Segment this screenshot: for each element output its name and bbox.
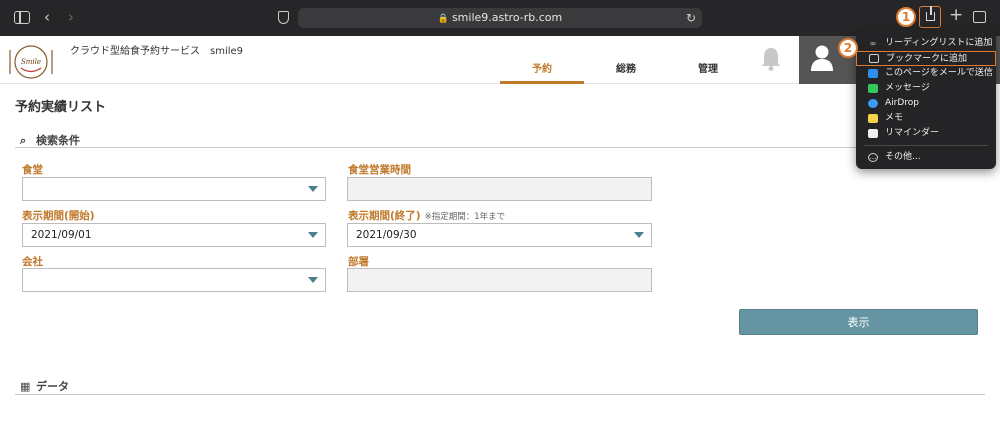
menu-item-label: その他... <box>885 152 921 162</box>
menu-item-label: AirDrop <box>885 98 920 108</box>
department-label: 部署 <box>348 256 369 268</box>
airdrop-icon <box>868 99 878 108</box>
bookmark-icon <box>869 54 879 63</box>
menu-item-notes[interactable]: メモ <box>856 111 996 126</box>
dropdown-arrow-icon <box>308 277 318 283</box>
dropdown-arrow-icon <box>634 232 644 238</box>
menu-item-label: このページをメールで送信 <box>885 68 993 78</box>
table-icon: ▦ <box>20 380 31 393</box>
business-hours-field <box>347 177 652 201</box>
notes-icon <box>868 114 878 123</box>
period-start-label: 表示期間(開始) <box>22 210 95 222</box>
tab-overview-icon[interactable] <box>973 11 986 23</box>
business-hours-label: 食堂営業時間 <box>348 164 411 176</box>
bell-icon[interactable] <box>760 46 782 72</box>
lock-icon: 🔒 <box>437 14 449 24</box>
menu-item-bookmark[interactable]: ブックマークに追加 <box>856 51 996 66</box>
dropdown-arrow-icon <box>308 186 318 192</box>
mail-icon <box>868 69 878 78</box>
new-tab-icon[interactable]: + <box>949 7 963 24</box>
period-end-select[interactable]: 2021/09/30 <box>347 223 652 247</box>
data-section-heading: ▦ データ <box>20 378 69 394</box>
company-label: 会社 <box>22 256 43 268</box>
search-icon: ⌕ <box>20 134 27 147</box>
period-start-value: 2021/09/01 <box>31 229 92 241</box>
menu-item-label: メッセージ <box>885 83 930 93</box>
period-start-select[interactable]: 2021/09/01 <box>22 223 326 247</box>
user-icon <box>811 45 833 71</box>
tab-reservation[interactable]: 予約 <box>500 60 584 84</box>
search-section-label: 検索条件 <box>36 134 80 147</box>
period-end-note: ※指定期間：1年まで <box>424 212 506 222</box>
app-title: クラウド型給食予約サービス smile9 <box>70 46 244 57</box>
cafeteria-label: 食堂 <box>22 164 43 176</box>
department-field <box>347 268 652 292</box>
address-bar[interactable]: 🔒 smile9.astro-rb.com <box>298 8 702 28</box>
reminders-icon <box>868 129 878 138</box>
menu-item-more[interactable]: … その他... <box>856 150 996 165</box>
menu-item-label: ブックマークに追加 <box>886 54 968 64</box>
menu-separator <box>864 145 988 146</box>
back-icon[interactable]: ‹ <box>44 10 50 25</box>
share-icon <box>926 6 935 21</box>
reading-list-icon: ∞ <box>869 39 877 48</box>
step-1-badge: 1 <box>896 7 916 27</box>
privacy-shield-icon[interactable] <box>278 11 289 24</box>
menu-item-label: メモ <box>885 113 904 123</box>
page-title: 予約実績リスト <box>15 100 107 115</box>
menu-item-label: リマインダー <box>885 128 940 138</box>
forward-icon[interactable]: › <box>68 10 74 25</box>
company-select[interactable] <box>22 268 326 292</box>
share-button[interactable] <box>919 6 941 28</box>
logo-text: Smile <box>21 58 41 66</box>
step-2-badge: 2 <box>838 38 858 58</box>
browser-toolbar: ‹ › 🔒 smile9.astro-rb.com ↻ + <box>0 0 1000 36</box>
menu-item-messages[interactable]: メッセージ <box>856 81 996 96</box>
menu-item-mail[interactable]: このページをメールで送信 <box>856 66 996 81</box>
cafeteria-select[interactable] <box>22 177 326 201</box>
period-end-label-text: 表示期間(終了) <box>348 210 421 222</box>
sidebar-toggle-icon[interactable] <box>14 11 30 24</box>
show-button[interactable]: 表示 <box>739 309 978 335</box>
messages-icon <box>868 84 878 93</box>
smile-logo: Smile <box>9 45 53 79</box>
dropdown-arrow-icon <box>308 232 318 238</box>
data-section-label: データ <box>36 380 69 393</box>
more-icon: … <box>868 153 878 162</box>
url-text: smile9.astro-rb.com <box>451 11 563 24</box>
divider <box>15 147 985 148</box>
search-section-heading: ⌕ 検索条件 <box>20 132 80 148</box>
period-end-label: 表示期間(終了) ※指定期間：1年まで <box>348 208 505 223</box>
reload-icon[interactable]: ↻ <box>686 11 696 25</box>
period-end-value: 2021/09/30 <box>356 229 417 241</box>
tab-general-affairs[interactable]: 総務 <box>584 60 668 84</box>
tab-management[interactable]: 管理 <box>666 60 750 84</box>
divider <box>15 394 985 395</box>
menu-item-label: リーディングリストに追加 <box>885 38 993 48</box>
share-menu: ∞ リーディングリストに追加 ブックマークに追加 このページをメールで送信 メッセ… <box>856 30 996 169</box>
menu-item-airdrop[interactable]: AirDrop <box>856 96 996 111</box>
menu-item-reading-list[interactable]: ∞ リーディングリストに追加 <box>856 36 996 51</box>
menu-item-reminders[interactable]: リマインダー <box>856 126 996 141</box>
